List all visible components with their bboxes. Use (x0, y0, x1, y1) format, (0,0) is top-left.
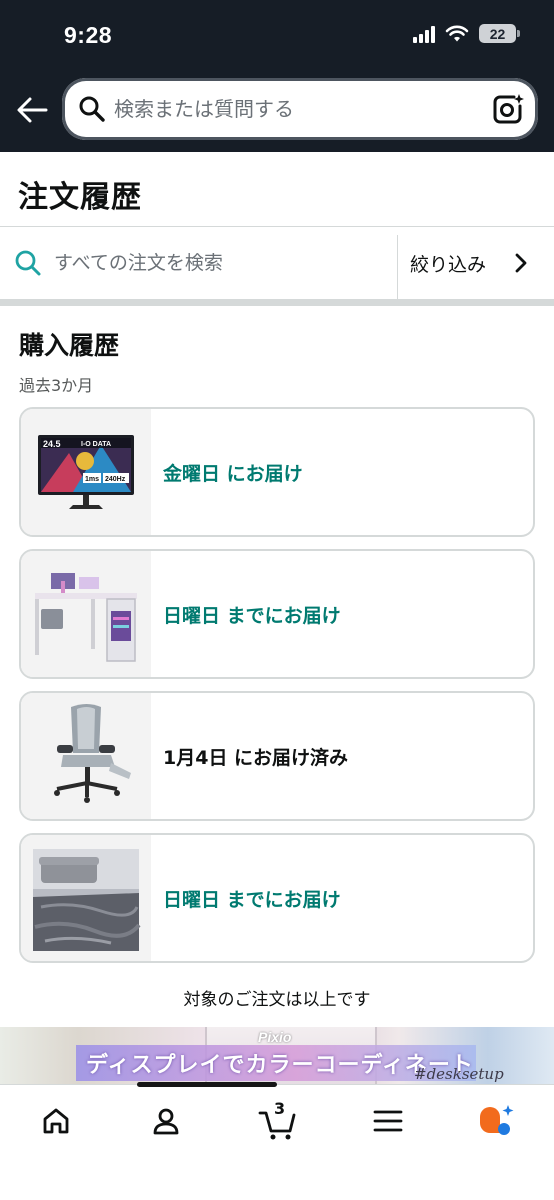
page-title: 注文履歴 (18, 180, 142, 215)
order-search-field[interactable] (0, 227, 397, 299)
promo-banner[interactable]: Pixio ディスプレイでカラーコーディネート #desksetup (0, 1027, 554, 1084)
end-of-orders-note: 対象のご注文は以上です (183, 990, 371, 1010)
camera-sparkle-icon (493, 94, 524, 124)
order-card[interactable]: 1月4日 にお届け済み (19, 691, 535, 821)
order-search-input[interactable] (54, 249, 384, 277)
product-image-chair (21, 693, 151, 819)
nav-account[interactable] (136, 1099, 196, 1143)
banner-hashtag: #desksetup (414, 1065, 504, 1083)
product-image-desk (21, 551, 151, 677)
svg-text:24.5: 24.5 (43, 439, 61, 449)
product-image-rug (21, 835, 151, 961)
chevron-right-icon (515, 253, 527, 273)
nav-rufus-assistant[interactable] (466, 1099, 526, 1143)
nav-home[interactable] (26, 1099, 86, 1143)
delivery-status: 1月4日 にお届け済み (163, 746, 349, 769)
cellular-signal-icon (413, 25, 435, 43)
home-icon (43, 1108, 69, 1134)
svg-text:240Hz: 240Hz (105, 476, 126, 483)
delivery-status: 日曜日 までにお届け (163, 888, 341, 911)
order-card[interactable]: 日曜日 までにお届け (19, 833, 535, 963)
delivery-status: 日曜日 までにお届け (163, 604, 341, 627)
filter-button[interactable]: 絞り込み (398, 227, 554, 299)
search-input[interactable] (114, 94, 474, 124)
bottom-navigation: 3 (0, 1084, 554, 1200)
banner-brand: Pixio (258, 1029, 292, 1045)
app-header: 9:28 22 (0, 0, 554, 152)
status-time: 9:28 (64, 22, 113, 48)
cart-count-badge: 3 (274, 1099, 286, 1118)
ai-assistant-icon (480, 1105, 514, 1135)
delivery-status: 金曜日 にお届け (163, 462, 303, 485)
section-subtitle: 過去3か月 (19, 376, 94, 395)
section-separator (0, 299, 554, 306)
home-indicator (137, 1082, 277, 1087)
search-icon (79, 96, 105, 122)
svg-text:1ms: 1ms (85, 476, 99, 483)
filter-label: 絞り込み (410, 253, 487, 276)
camera-search-button[interactable] (492, 93, 524, 129)
nav-cart[interactable]: 3 (248, 1099, 308, 1143)
back-arrow-icon (17, 97, 48, 123)
battery-indicator: 22 (479, 24, 520, 43)
product-image-monitor: 24.5 I-O DATA 1ms 240Hz (21, 409, 151, 535)
user-icon (153, 1108, 179, 1135)
svg-text:I-O DATA: I-O DATA (81, 441, 111, 448)
status-icons: 22 (413, 24, 520, 43)
search-icon (15, 250, 41, 276)
nav-menu[interactable] (358, 1099, 418, 1143)
section-title: 購入履歴 (19, 331, 120, 360)
hamburger-menu-icon (373, 1110, 403, 1132)
order-card[interactable]: 24.5 I-O DATA 1ms 240Hz 金曜日 にお届け (19, 407, 535, 537)
back-button[interactable] (14, 92, 50, 128)
order-card[interactable]: 日曜日 までにお届け (19, 549, 535, 679)
search-bar[interactable] (62, 78, 538, 140)
wifi-icon (445, 25, 469, 41)
